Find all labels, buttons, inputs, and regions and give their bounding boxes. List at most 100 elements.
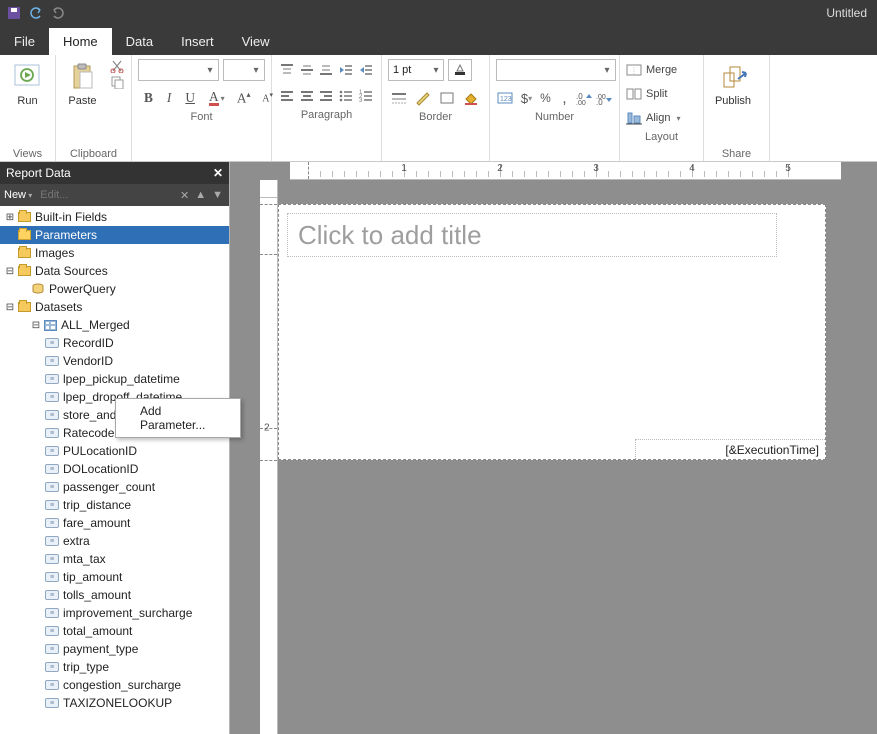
tab-home[interactable]: Home xyxy=(49,28,112,55)
add-parameter-menuitem[interactable]: Add Parameter... xyxy=(118,401,238,435)
number-format-combo[interactable]: ▾ xyxy=(496,59,616,81)
border-box-icon[interactable] xyxy=(436,87,458,109)
tree-field-item[interactable]: TAXIZONELOOKUP xyxy=(0,694,229,712)
comma-icon[interactable]: , xyxy=(556,87,573,109)
tree-field-item[interactable]: fare_amount xyxy=(0,514,229,532)
border-width-value: 1 pt xyxy=(393,64,411,76)
border-style-icon[interactable] xyxy=(388,87,410,109)
svg-text:.00: .00 xyxy=(576,100,586,105)
tree-field-item[interactable]: trip_distance xyxy=(0,496,229,514)
increase-indent-icon[interactable] xyxy=(356,59,375,81)
close-icon[interactable]: ✕ xyxy=(207,166,229,180)
tree-label: Built-in Fields xyxy=(35,210,107,224)
paste-button[interactable]: Paste xyxy=(62,59,103,107)
border-color-combo[interactable] xyxy=(448,59,472,81)
new-button[interactable]: New xyxy=(4,189,32,201)
field-icon xyxy=(44,462,60,476)
tree-dataset-item[interactable]: ⊟ ALL_Merged xyxy=(0,316,229,334)
move-down-icon[interactable]: ▼ xyxy=(212,189,223,202)
tree-field-item[interactable]: tip_amount xyxy=(0,568,229,586)
italic-button[interactable]: I xyxy=(161,87,177,109)
align-center-icon[interactable] xyxy=(298,85,317,107)
undo-icon[interactable] xyxy=(28,5,44,21)
merge-label: Merge xyxy=(646,64,677,76)
tree-label: DOLocationID xyxy=(63,462,138,476)
tree-datasource-item[interactable]: PowerQuery xyxy=(0,280,229,298)
tree-field-item[interactable]: DOLocationID xyxy=(0,460,229,478)
tree-datasources[interactable]: ⊟ Data Sources xyxy=(0,262,229,280)
grow-font-button[interactable]: A▴ xyxy=(233,87,255,109)
bold-button[interactable]: B xyxy=(138,87,159,109)
cut-icon[interactable] xyxy=(109,59,125,73)
tree-field-item[interactable]: lpep_pickup_datetime xyxy=(0,370,229,388)
design-surface[interactable]: 12345 2 Click to add title [&ExecutionTi… xyxy=(230,162,877,734)
tree-field-item[interactable]: congestion_surcharge xyxy=(0,676,229,694)
edit-button: Edit... xyxy=(40,189,68,201)
tree-field-item[interactable]: RecordID xyxy=(0,334,229,352)
tab-view[interactable]: View xyxy=(228,28,284,55)
font-color-button[interactable]: A▾ xyxy=(203,87,231,109)
tree-parameters[interactable]: Parameters xyxy=(0,226,229,244)
tree-field-item[interactable]: mta_tax xyxy=(0,550,229,568)
border-width-combo[interactable]: 1 pt▾ xyxy=(388,59,444,81)
increase-decimal-icon[interactable]: .0.00 xyxy=(575,87,593,109)
font-family-combo[interactable]: ▾ xyxy=(138,59,219,81)
tree-field-item[interactable]: extra xyxy=(0,532,229,550)
fill-color-icon[interactable] xyxy=(460,87,482,109)
tree-label: fare_amount xyxy=(63,516,130,530)
tree-label: RecordID xyxy=(63,336,114,350)
run-icon xyxy=(12,61,44,93)
field-icon xyxy=(44,444,60,458)
move-up-icon[interactable]: ▲ xyxy=(195,189,206,202)
quick-access-toolbar xyxy=(6,5,66,21)
underline-button[interactable]: U xyxy=(179,87,201,109)
bullet-list-icon[interactable] xyxy=(337,85,356,107)
align-top-icon[interactable] xyxy=(278,59,297,81)
tree-field-item[interactable]: passenger_count xyxy=(0,478,229,496)
tree-field-item[interactable]: payment_type xyxy=(0,640,229,658)
placeholder-style-icon[interactable]: 123 xyxy=(496,87,516,109)
tree-label: improvement_surcharge xyxy=(63,606,192,620)
redo-icon[interactable] xyxy=(50,5,66,21)
tree-images[interactable]: Images xyxy=(0,244,229,262)
tab-insert[interactable]: Insert xyxy=(167,28,228,55)
report-page[interactable]: Click to add title [&ExecutionTime] xyxy=(278,204,826,460)
merge-button[interactable]: Merge xyxy=(626,59,697,81)
tree-label: payment_type xyxy=(63,642,138,656)
workspace: Report Data ✕ New Edit... ✕ ▲ ▼ ⊞ Built-… xyxy=(0,162,877,734)
tab-data[interactable]: Data xyxy=(112,28,167,55)
tree-builtin-fields[interactable]: ⊞ Built-in Fields xyxy=(0,208,229,226)
border-pen-icon[interactable] xyxy=(412,87,434,109)
delete-icon[interactable]: ✕ xyxy=(180,189,189,202)
font-size-combo[interactable]: ▾ xyxy=(223,59,265,81)
vertical-ruler: 2 xyxy=(260,198,278,734)
tree-field-item[interactable]: improvement_surcharge xyxy=(0,604,229,622)
tree-field-item[interactable]: total_amount xyxy=(0,622,229,640)
title-placeholder[interactable]: Click to add title xyxy=(287,213,777,257)
save-icon[interactable] xyxy=(6,5,22,21)
number-list-icon[interactable]: 123 xyxy=(356,85,375,107)
tab-file[interactable]: File xyxy=(0,28,49,55)
paste-label: Paste xyxy=(68,95,96,107)
copy-icon[interactable] xyxy=(109,75,125,89)
align-right-icon[interactable] xyxy=(317,85,336,107)
field-icon xyxy=(44,336,60,350)
decrease-decimal-icon[interactable]: .00.0 xyxy=(595,87,613,109)
align-middle-icon[interactable] xyxy=(298,59,317,81)
split-button[interactable]: Split xyxy=(626,83,697,105)
tree-field-item[interactable]: trip_type xyxy=(0,658,229,676)
align-button[interactable]: Align xyxy=(626,107,697,129)
tree-field-item[interactable]: VendorID xyxy=(0,352,229,370)
tree-datasets[interactable]: ⊟ Datasets xyxy=(0,298,229,316)
percent-icon[interactable]: % xyxy=(537,87,554,109)
tree-label: TAXIZONELOOKUP xyxy=(63,696,172,710)
footer-expression[interactable]: [&ExecutionTime] xyxy=(635,439,825,459)
decrease-indent-icon[interactable] xyxy=(337,59,356,81)
currency-icon[interactable]: $▾ xyxy=(518,87,535,109)
run-button[interactable]: Run xyxy=(6,59,49,107)
tree-field-item[interactable]: tolls_amount xyxy=(0,586,229,604)
align-left-icon[interactable] xyxy=(278,85,297,107)
tree-field-item[interactable]: PULocationID xyxy=(0,442,229,460)
align-bottom-icon[interactable] xyxy=(317,59,336,81)
publish-button[interactable]: Publish xyxy=(710,59,756,107)
